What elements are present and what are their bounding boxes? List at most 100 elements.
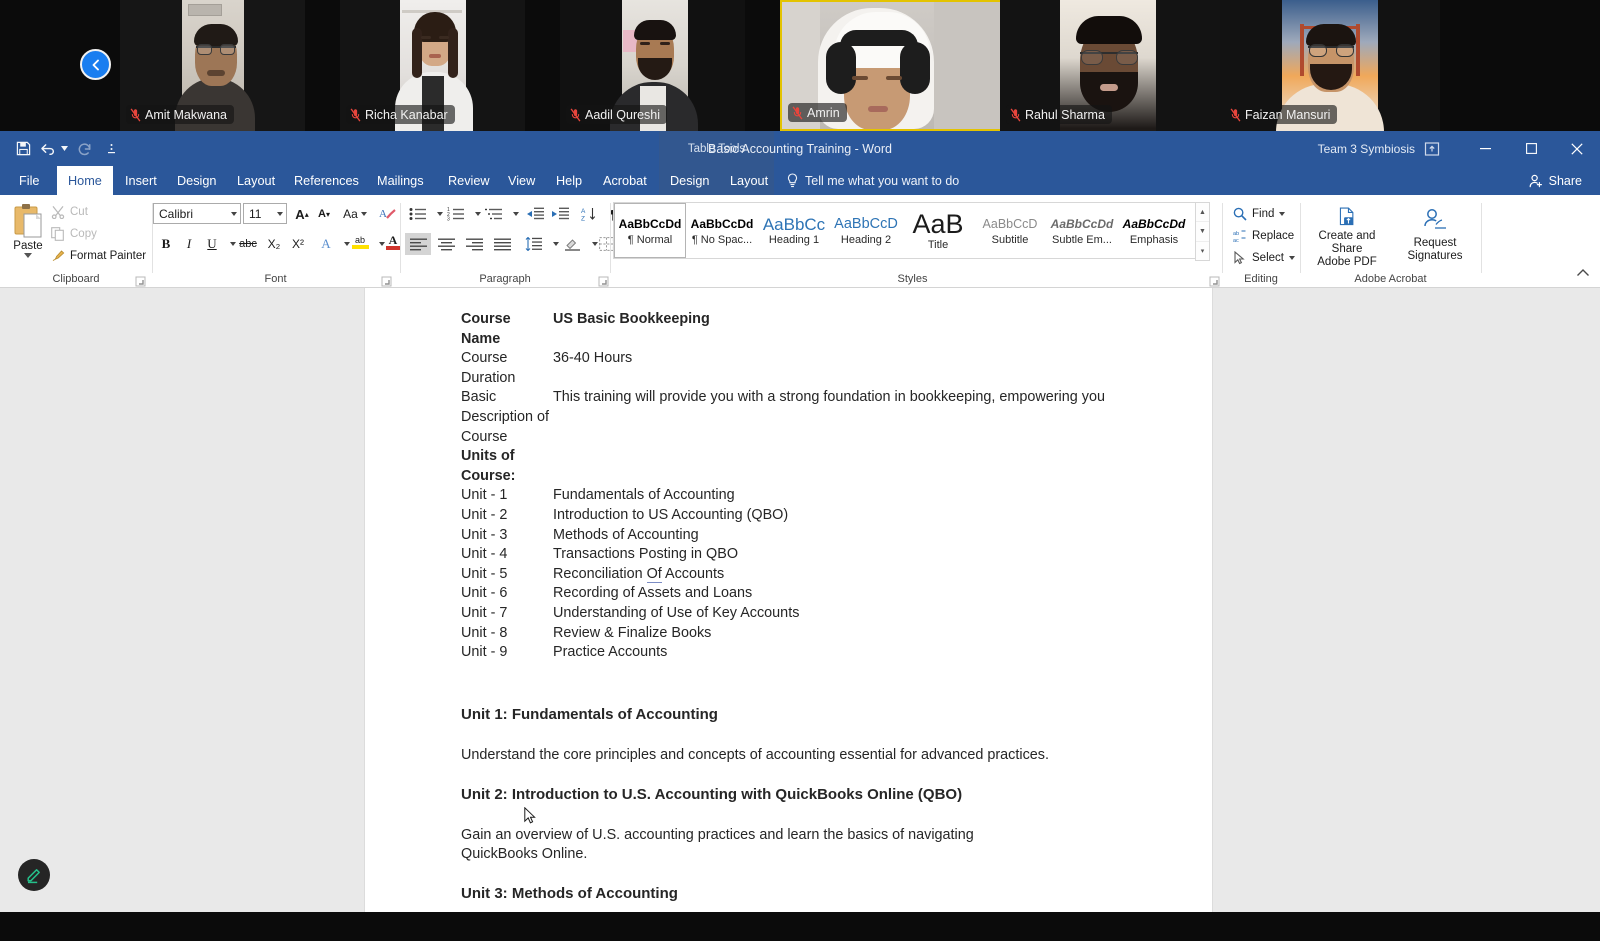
style-emphasis[interactable]: AaBbCcDd Emphasis — [1118, 203, 1190, 258]
align-right-button[interactable] — [461, 233, 487, 255]
create-share-adobe-pdf-button[interactable]: Create and Share Adobe PDF — [1304, 201, 1390, 269]
tab-table-layout[interactable]: Layout — [719, 166, 774, 195]
tab-insert[interactable]: Insert — [114, 166, 168, 195]
style-normal[interactable]: AaBbCcDd ¶ Normal — [614, 203, 686, 258]
styles-gallery[interactable]: AaBbCcDd ¶ Normal AaBbCcDd ¶ No Spac... … — [613, 202, 1210, 261]
section-body[interactable]: Gain an overview of U.S. accounting prac… — [365, 826, 1212, 864]
underline-button[interactable]: U — [201, 233, 223, 255]
select-button[interactable]: Select — [1230, 249, 1298, 267]
font-family-input[interactable]: Calibri — [153, 203, 241, 224]
replace-button[interactable]: ab ac Replace — [1230, 227, 1297, 245]
style-no-spacing[interactable]: AaBbCcDd ¶ No Spac... — [686, 203, 758, 258]
maximize-button[interactable] — [1508, 131, 1554, 166]
share-button[interactable]: Share — [1529, 166, 1582, 195]
participant-tile[interactable]: Rahul Sharma — [1000, 0, 1220, 131]
participant-tile[interactable]: Aadil Qureshi — [560, 0, 745, 131]
table-row[interactable]: Unit - 4 Transactions Posting in QBO — [365, 545, 1212, 565]
clipboard-dialog-launcher[interactable] — [135, 274, 146, 287]
section-body[interactable]: Understand the core principles and conce… — [365, 746, 1212, 765]
document-canvas[interactable]: Course Name US Basic Bookkeeping Course … — [0, 288, 1600, 941]
tab-design[interactable]: Design — [166, 166, 228, 195]
find-button[interactable]: Find — [1230, 205, 1288, 223]
grow-font-button[interactable]: A ▴ — [291, 203, 313, 225]
styles-gallery-scroller[interactable]: ▲ ▼ ▾ — [1195, 202, 1210, 261]
tab-review[interactable]: Review — [437, 166, 501, 195]
subscript-button[interactable]: X₂ — [262, 233, 286, 255]
strikethrough-button[interactable]: abc — [235, 233, 261, 255]
back-button[interactable] — [80, 49, 111, 80]
format-painter-button[interactable]: Format Painter — [48, 247, 149, 265]
table-row[interactable]: Unit - 9 Practice Accounts — [365, 643, 1212, 663]
shrink-font-button[interactable]: A ▾ — [313, 203, 335, 225]
table-row[interactable]: Basic Description of Course This trainin… — [365, 388, 1212, 447]
tab-references[interactable]: References — [283, 166, 370, 195]
table-row[interactable]: Unit - 7 Understanding of Use of Key Acc… — [365, 604, 1212, 624]
chevron-down-icon[interactable] — [231, 211, 237, 216]
justify-button[interactable] — [489, 233, 515, 255]
bullets-button[interactable] — [405, 203, 429, 225]
save-icon[interactable] — [16, 141, 31, 156]
table-row[interactable]: Units of Course: — [365, 447, 1212, 486]
gallery-scroll-down[interactable]: ▼ — [1196, 222, 1209, 242]
participant-tile[interactable]: Amit Makwana — [120, 0, 305, 131]
copy-button[interactable]: Copy — [48, 225, 100, 243]
annotate-button[interactable] — [18, 859, 50, 891]
tab-mailings[interactable]: Mailings — [366, 166, 435, 195]
table-row[interactable]: Course Duration 36-40 Hours — [365, 349, 1212, 388]
tab-table-design[interactable]: Design — [659, 166, 721, 195]
paragraph-dialog-launcher[interactable] — [598, 274, 609, 287]
shading-button[interactable] — [560, 233, 584, 255]
chevron-down-icon[interactable] — [277, 211, 283, 216]
style-heading-2[interactable]: AaBbCcD Heading 2 — [830, 203, 902, 258]
paste-button[interactable]: Paste — [6, 201, 50, 263]
align-left-button[interactable] — [405, 233, 431, 255]
section-heading[interactable]: Unit 2: Introduction to U.S. Accounting … — [365, 785, 1212, 805]
bold-button[interactable]: B — [155, 233, 177, 255]
decrease-indent-button[interactable] — [523, 203, 547, 225]
text-effects-button[interactable]: A — [315, 233, 337, 255]
tab-file[interactable]: File — [8, 166, 50, 195]
style-subtitle[interactable]: AaBbCcD Subtitle — [974, 203, 1046, 258]
table-row[interactable]: Unit - 3 Methods of Accounting — [365, 526, 1212, 546]
table-row[interactable]: Unit - 8 Review & Finalize Books — [365, 624, 1212, 644]
table-row[interactable]: Unit - 5 Reconciliation Of Accounts — [365, 565, 1212, 585]
font-size-input[interactable]: 11 — [243, 203, 287, 224]
numbering-button[interactable]: 123 — [443, 203, 467, 225]
superscript-button[interactable]: X² — [286, 233, 310, 255]
increase-indent-button[interactable] — [548, 203, 572, 225]
tab-view[interactable]: View — [497, 166, 546, 195]
tab-layout[interactable]: Layout — [226, 166, 286, 195]
align-center-button[interactable] — [433, 233, 459, 255]
italic-button[interactable]: I — [178, 233, 200, 255]
style-subtle-emphasis[interactable]: AaBbCcDd Subtle Em... — [1046, 203, 1118, 258]
style-title[interactable]: AaB Title — [902, 203, 974, 258]
undo-icon[interactable] — [40, 142, 56, 156]
minimize-button[interactable] — [1462, 131, 1508, 166]
gallery-more[interactable]: ▾ — [1196, 242, 1209, 260]
tab-help[interactable]: Help — [545, 166, 593, 195]
clear-formatting-button[interactable]: A — [375, 203, 399, 225]
close-button[interactable] — [1554, 131, 1600, 166]
participant-tile-active-speaker[interactable]: Amrin — [780, 0, 1002, 131]
line-spacing-button[interactable] — [521, 233, 545, 255]
request-signatures-button[interactable]: Request Signatures — [1392, 201, 1478, 269]
document-page[interactable]: Course Name US Basic Bookkeeping Course … — [365, 288, 1212, 941]
style-heading-1[interactable]: AaBbCc Heading 1 — [758, 203, 830, 258]
ribbon-display-options-icon[interactable] — [1424, 141, 1440, 157]
table-row[interactable]: Unit - 6 Recording of Assets and Loans — [365, 584, 1212, 604]
font-dialog-launcher[interactable] — [381, 274, 392, 287]
gallery-scroll-up[interactable]: ▲ — [1196, 203, 1209, 223]
change-case-button[interactable]: Aa — [339, 203, 371, 225]
multilevel-list-button[interactable] — [481, 203, 505, 225]
collapse-ribbon-button[interactable] — [1576, 265, 1590, 283]
account-name[interactable]: Team 3 Symbiosis — [1318, 131, 1415, 166]
document-body[interactable]: Course Name US Basic Bookkeeping Course … — [365, 288, 1212, 941]
customize-qat-icon[interactable] — [107, 142, 116, 156]
highlight-button[interactable]: ab — [348, 231, 372, 253]
tab-home[interactable]: Home — [57, 166, 113, 195]
sort-button[interactable]: AZ — [578, 203, 600, 225]
section-heading[interactable]: Unit 3: Methods of Accounting — [365, 884, 1212, 904]
undo-dropdown-icon[interactable] — [61, 146, 68, 151]
participant-tile[interactable]: Faizan Mansuri — [1220, 0, 1440, 131]
participant-tile[interactable]: Richa Kanabar — [340, 0, 525, 131]
